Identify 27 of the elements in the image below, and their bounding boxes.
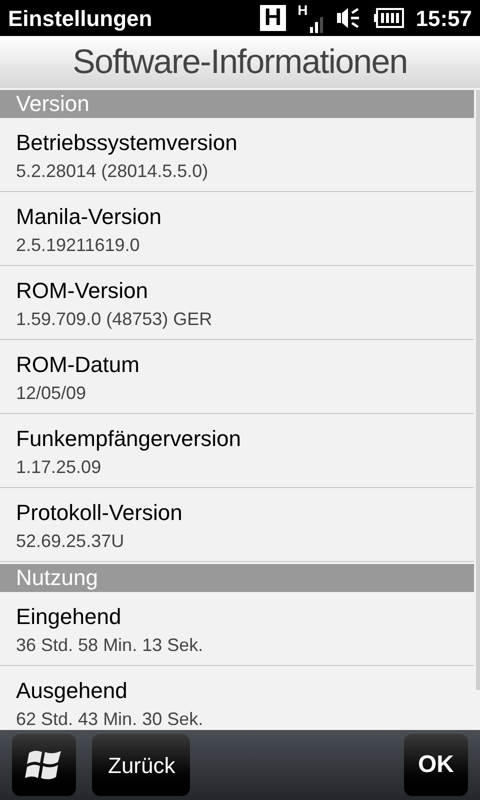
- setting-label: Betriebssystemversion: [16, 130, 238, 156]
- setting-value: 52.69.25.37U: [16, 530, 126, 552]
- network-badge: H: [260, 5, 286, 31]
- setting-value: 1.17.25.09: [16, 456, 102, 478]
- setting-label: ROM-Version: [16, 278, 150, 304]
- section-header: Version: [0, 90, 474, 118]
- setting-label: ROM-Datum: [16, 352, 140, 378]
- start-button[interactable]: [12, 734, 76, 796]
- setting-label: Eingehend: [16, 604, 122, 630]
- speaker-icon: [336, 6, 362, 30]
- page-title: Software-Informationen: [72, 42, 408, 82]
- back-button[interactable]: Zurück: [92, 734, 190, 796]
- setting-label: Ausgehend: [16, 678, 128, 704]
- setting-value: 12/05/09: [16, 382, 88, 404]
- setting-label: Manila-Version: [16, 204, 163, 230]
- battery-icon: [374, 8, 404, 28]
- setting-value: 2.5.19211619.0: [16, 234, 141, 256]
- setting-label: Protokoll-Version: [16, 500, 184, 526]
- ok-button[interactable]: OK: [404, 734, 468, 796]
- clock: 15:57: [416, 4, 472, 32]
- setting-value: 62 Std. 43 Min. 30 Sek.: [16, 708, 204, 730]
- section-header: Nutzung: [0, 564, 474, 592]
- setting-value: 36 Std. 58 Min. 13 Sek.: [16, 634, 204, 656]
- setting-value: 1.59.709.0 (48753) GER: [16, 308, 214, 330]
- setting-value: 5.2.28014 (28014.5.5.0): [16, 160, 210, 182]
- status-title: Einstellungen: [8, 4, 154, 33]
- setting-label: Funkempfängerversion: [16, 426, 242, 452]
